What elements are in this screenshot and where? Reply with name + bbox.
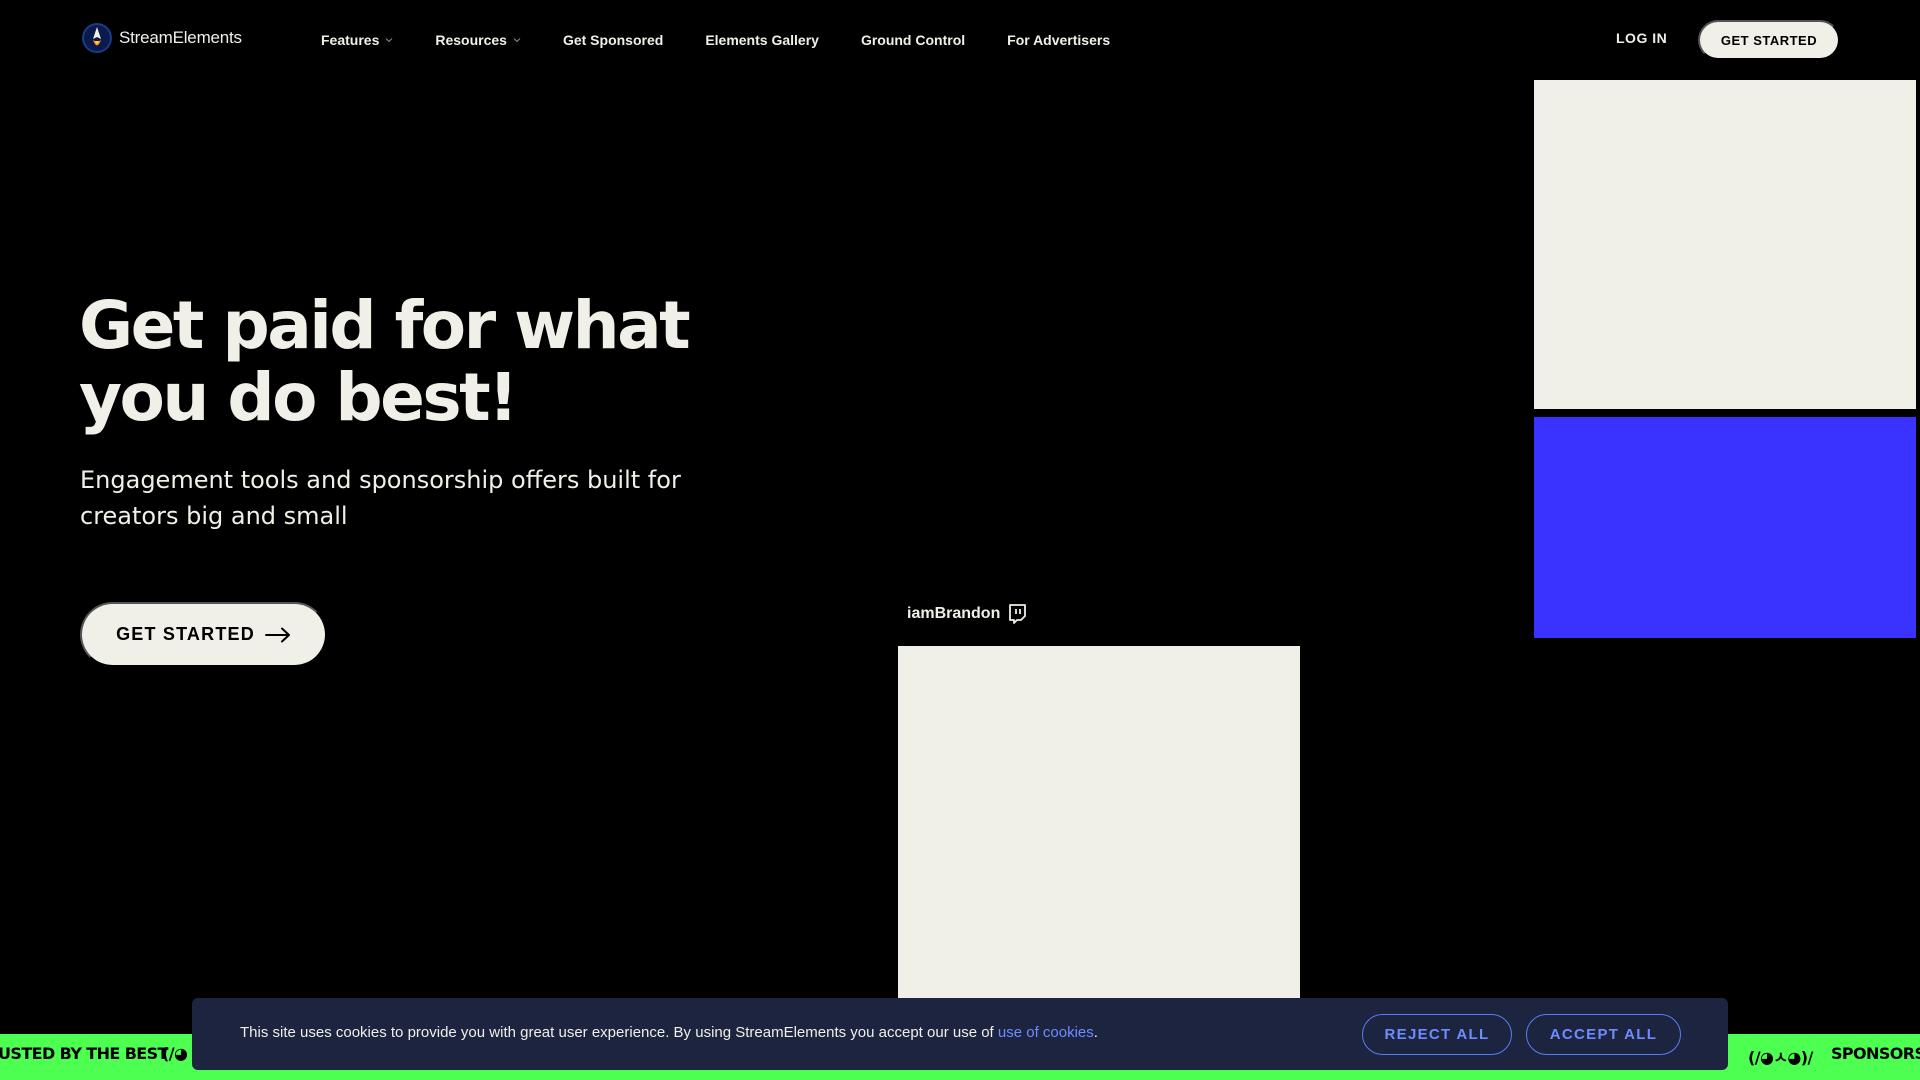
hero-title: Get paid for what you do best!: [79, 290, 819, 434]
cookie-banner: This site uses cookies to provide you wi…: [192, 998, 1728, 1070]
nav-item-resources[interactable]: Resources: [435, 32, 521, 48]
cookie-message: This site uses cookies to provide you wi…: [240, 1024, 1098, 1041]
get-started-hero-button[interactable]: GET STARTED: [80, 602, 327, 667]
nav-item-label: Ground Control: [860, 32, 966, 48]
arrow-right-icon: [264, 627, 290, 642]
twitch-icon: [1009, 604, 1027, 624]
hero-cta-label: GET STARTED: [116, 624, 255, 644]
streamelements-logo-icon: [82, 23, 112, 53]
nav-item-for-advertisers[interactable]: For Advertisers: [1007, 32, 1110, 48]
top-navigation: StreamElements Features Resources Get Sp…: [0, 0, 1920, 80]
creator-preview-tile: [898, 646, 1300, 998]
nav-item-get-sponsored[interactable]: Get Sponsored: [563, 32, 663, 48]
ticker-text-left: USTED BY THE BEST: [0, 1044, 168, 1063]
chevron-down-icon: [386, 38, 393, 43]
cookie-message-end: .: [1093, 1024, 1098, 1041]
accept-all-button[interactable]: ACCEPT ALL: [1526, 1014, 1681, 1055]
nav-item-elements-gallery[interactable]: Elements Gallery: [705, 32, 819, 48]
showcase-tile-blue: [1534, 417, 1916, 638]
ticker-emoticon-right: (/◕ㅅ◕)/: [1748, 1048, 1813, 1067]
showcase-tile-top: [1534, 80, 1916, 409]
brand-name: StreamElements: [119, 28, 242, 47]
ticker-text-right: SPONSORSH: [1831, 1044, 1920, 1063]
reject-all-button[interactable]: REJECT ALL: [1362, 1014, 1512, 1055]
nav-item-label: Resources: [435, 32, 507, 48]
main-menu: Features Resources Get Sponsored Element…: [321, 0, 1152, 80]
creator-tag: iamBrandon: [907, 604, 1027, 624]
hero-title-line-1: Get paid for what: [79, 287, 691, 364]
nav-item-label: Features: [321, 32, 380, 48]
nav-item-features[interactable]: Features: [321, 32, 393, 48]
get-started-nav-button[interactable]: GET STARTED: [1698, 20, 1840, 60]
cookie-policy-link[interactable]: use of cookies: [998, 1024, 1094, 1041]
cookie-message-text: This site uses cookies to provide you wi…: [240, 1024, 998, 1041]
nav-item-label: Elements Gallery: [705, 32, 819, 48]
login-link[interactable]: LOG IN: [1616, 30, 1667, 46]
ticker-emoticon-left: (/◕: [162, 1044, 188, 1063]
streamelements-logo[interactable]: StreamElements: [81, 22, 242, 54]
chevron-down-icon: [513, 38, 521, 43]
hero-subtitle: Engagement tools and sponsorship offers …: [80, 466, 681, 530]
creator-name: iamBrandon: [907, 605, 1001, 622]
nav-item-label: Get Sponsored: [562, 32, 664, 48]
hero-title-line-2: you do best!: [79, 359, 518, 436]
nav-item-label: For Advertisers: [1007, 32, 1111, 48]
nav-item-ground-control[interactable]: Ground Control: [861, 32, 965, 48]
